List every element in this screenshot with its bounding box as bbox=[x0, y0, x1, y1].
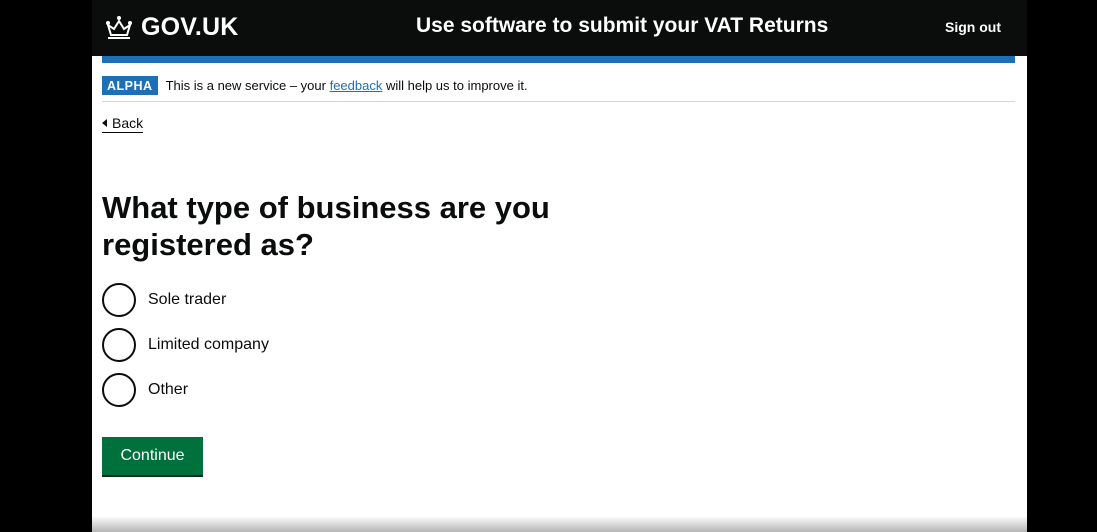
radio-label[interactable]: Limited company bbox=[148, 336, 269, 354]
feedback-link[interactable]: feedback bbox=[330, 78, 383, 93]
radio-label[interactable]: Sole trader bbox=[148, 291, 226, 309]
back-link-label: Back bbox=[112, 115, 144, 131]
crown-icon bbox=[106, 15, 132, 39]
radio-unselected-icon[interactable] bbox=[102, 283, 136, 317]
radio-unselected-icon[interactable] bbox=[102, 328, 136, 362]
govuk-header: GOV.UK Use software to submit your VAT R… bbox=[92, 0, 1027, 56]
logo-text: GOV.UK bbox=[141, 13, 239, 41]
phase-text-after: will help us to improve it. bbox=[382, 78, 528, 93]
back-link[interactable]: Back bbox=[102, 115, 144, 133]
page-heading: What type of business are you registered… bbox=[102, 190, 550, 262]
sign-out-link[interactable]: Sign out bbox=[945, 19, 1001, 35]
radio-option-other[interactable]: Other bbox=[102, 373, 269, 407]
header-accent-bar bbox=[102, 56, 1015, 63]
phase-banner-text: This is a new service – your feedback wi… bbox=[166, 78, 528, 93]
radio-label[interactable]: Other bbox=[148, 381, 188, 399]
continue-button[interactable]: Continue bbox=[102, 437, 203, 475]
phase-text-before: This is a new service – your bbox=[165, 78, 330, 93]
radio-option-limited-company[interactable]: Limited company bbox=[102, 328, 269, 362]
browser-viewport: GOV.UK Use software to submit your VAT R… bbox=[92, 0, 1027, 532]
phase-banner: ALPHA This is a new service – your feedb… bbox=[102, 70, 1015, 102]
phase-tag: ALPHA bbox=[102, 76, 158, 95]
radio-unselected-icon[interactable] bbox=[102, 373, 136, 407]
business-type-radios: Sole trader Limited company Other bbox=[102, 283, 269, 418]
back-arrow-icon bbox=[102, 119, 107, 127]
govuk-logo-link[interactable]: GOV.UK bbox=[104, 13, 239, 42]
radio-option-sole-trader[interactable]: Sole trader bbox=[102, 283, 269, 317]
service-name[interactable]: Use software to submit your VAT Returns bbox=[416, 14, 828, 38]
